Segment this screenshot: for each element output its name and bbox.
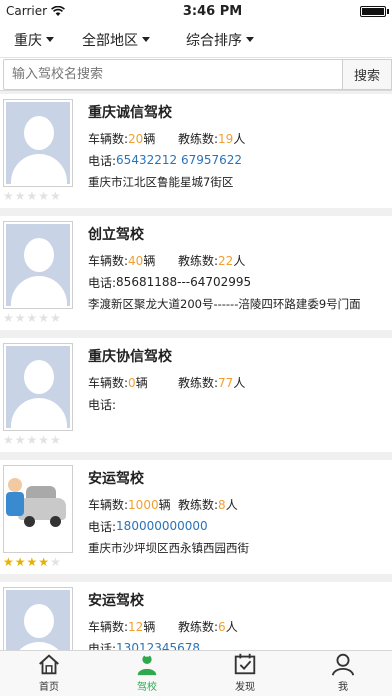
wifi-icon xyxy=(51,5,66,16)
school-card[interactable]: ★ ★ ★ ★ ★ 重庆诚信驾校 车辆数:20辆 教练数:19人 电话: 65432212… xyxy=(0,94,392,208)
school-name: 创立驾校 xyxy=(88,227,144,243)
search-button[interactable]: 搜索 xyxy=(342,59,392,90)
cars-count: 车辆数:1000辆 xyxy=(88,497,171,512)
tab-label: 首页 xyxy=(39,682,59,693)
avatar-placeholder-icon xyxy=(6,224,70,306)
chevron-down-icon xyxy=(142,37,150,42)
tab-bar: 首页 驾校 发现 我 xyxy=(0,650,392,696)
phone-row: 电话: xyxy=(88,397,117,412)
star-icon: ★ xyxy=(14,433,26,447)
rating-stars: ★ ★ ★ ★ ★ xyxy=(3,556,77,568)
school-card[interactable]: ★ ★ ★ ★ ★ 重庆协信驾校 车辆数:0辆 教练数:77人 电话: xyxy=(0,338,392,452)
coaches-count: 教练数:19人 xyxy=(178,131,246,146)
star-icon: ★ xyxy=(14,555,26,569)
search-input[interactable] xyxy=(3,59,343,90)
phone-link[interactable]: 180000000000 xyxy=(116,519,208,533)
tab-label: 发现 xyxy=(235,682,255,693)
rating-stars: ★ ★ ★ ★ ★ xyxy=(3,434,77,446)
cars-count: 车辆数:20辆 xyxy=(88,131,156,146)
star-icon: ★ xyxy=(3,189,14,203)
star-icon: ★ xyxy=(3,555,14,569)
star-icon: ★ xyxy=(26,311,38,325)
school-address: 重庆市沙坪坝区西永镇西园西街 xyxy=(88,541,249,555)
city-filter-label: 重庆 xyxy=(14,32,42,49)
rating-stars: ★ ★ ★ ★ ★ xyxy=(3,190,77,202)
phone-link[interactable]: 65432212 67957622 xyxy=(116,153,242,167)
tab-label: 我 xyxy=(338,682,348,693)
star-icon: ★ xyxy=(50,555,61,569)
school-address: 重庆市江北区鲁能星城7街区 xyxy=(88,175,234,189)
school-card[interactable]: ★ ★ ★ ★ ★ 安运驾校 车辆数:1000辆 教练数:8人 电话: 180000000… xyxy=(0,460,392,574)
school-thumbnail xyxy=(3,343,73,431)
star-icon: ★ xyxy=(26,555,38,569)
home-icon xyxy=(39,654,59,675)
coaches-count: 教练数:8人 xyxy=(178,497,238,512)
school-thumbnail xyxy=(3,99,73,187)
carrier-label: Carrier xyxy=(6,4,48,18)
phone-row: 电话: 85681188---64702995 xyxy=(88,275,252,290)
star-icon: ★ xyxy=(26,189,38,203)
school-name: 安运驾校 xyxy=(88,471,144,487)
chevron-down-icon xyxy=(246,37,254,42)
star-icon: ★ xyxy=(14,311,26,325)
tab-home[interactable]: 首页 xyxy=(0,651,98,696)
star-icon: ★ xyxy=(3,311,14,325)
tab-label: 驾校 xyxy=(137,682,157,693)
star-icon: ★ xyxy=(50,189,61,203)
school-name: 重庆协信驾校 xyxy=(88,349,172,365)
school-address xyxy=(88,415,392,437)
tab-coach[interactable]: 驾校 xyxy=(98,651,196,696)
coach-icon xyxy=(137,654,157,676)
avatar-placeholder-icon xyxy=(6,346,70,428)
calendar-check-icon xyxy=(234,653,256,675)
coaches-count: 教练数:77人 xyxy=(178,375,246,390)
battery-icon xyxy=(360,5,389,17)
cars-count: 车辆数:0辆 xyxy=(88,375,148,390)
star-icon: ★ xyxy=(3,433,14,447)
school-list[interactable]: ★ ★ ★ ★ ★ 重庆诚信驾校 车辆数:20辆 教练数:19人 电话: 65432212… xyxy=(0,91,392,673)
chevron-down-icon xyxy=(46,37,54,42)
person-icon xyxy=(331,653,355,676)
status-bar: Carrier 3:46 PM xyxy=(0,0,392,22)
school-name: 安运驾校 xyxy=(88,593,144,609)
tab-person[interactable]: 我 xyxy=(294,651,392,696)
filter-bar: 重庆 全部地区 综合排序 xyxy=(0,22,392,58)
school-card[interactable]: ★ ★ ★ ★ ★ 创立驾校 车辆数:40辆 教练数:22人 电话: 85681188--… xyxy=(0,216,392,330)
star-icon: ★ xyxy=(38,555,50,569)
city-filter[interactable]: 重庆 xyxy=(14,30,82,50)
search-row: 搜索 xyxy=(0,59,392,91)
cars-count: 车辆数:12辆 xyxy=(88,619,156,634)
star-icon: ★ xyxy=(38,433,50,447)
tab-calendar-check[interactable]: 发现 xyxy=(196,651,294,696)
star-icon: ★ xyxy=(14,189,26,203)
rating-stars: ★ ★ ★ ★ ★ xyxy=(3,312,77,324)
coaches-count: 教练数:22人 xyxy=(178,253,246,268)
star-icon: ★ xyxy=(50,311,61,325)
school-logo xyxy=(6,468,70,550)
region-filter-label: 全部地区 xyxy=(82,32,138,49)
star-icon: ★ xyxy=(38,311,50,325)
phone-row: 电话: 180000000000 xyxy=(88,519,208,534)
school-address: 李渡新区聚龙大道200号------涪陵四环路建委9号门面 xyxy=(88,297,361,311)
school-thumbnail xyxy=(3,221,73,309)
phone-row: 电话: 65432212 67957622 xyxy=(88,153,243,168)
school-name: 重庆诚信驾校 xyxy=(88,105,172,121)
star-icon: ★ xyxy=(26,433,38,447)
school-thumbnail xyxy=(3,465,73,553)
phone-link[interactable]: 85681188---64702995 xyxy=(116,275,251,289)
avatar-placeholder-icon xyxy=(6,102,70,184)
star-icon: ★ xyxy=(38,189,50,203)
sort-filter[interactable]: 综合排序 xyxy=(186,30,254,50)
region-filter[interactable]: 全部地区 xyxy=(82,30,186,50)
sort-filter-label: 综合排序 xyxy=(186,32,242,49)
star-icon: ★ xyxy=(50,433,61,447)
cars-count: 车辆数:40辆 xyxy=(88,253,156,268)
coaches-count: 教练数:6人 xyxy=(178,619,238,634)
status-time: 3:46 PM xyxy=(182,3,243,19)
